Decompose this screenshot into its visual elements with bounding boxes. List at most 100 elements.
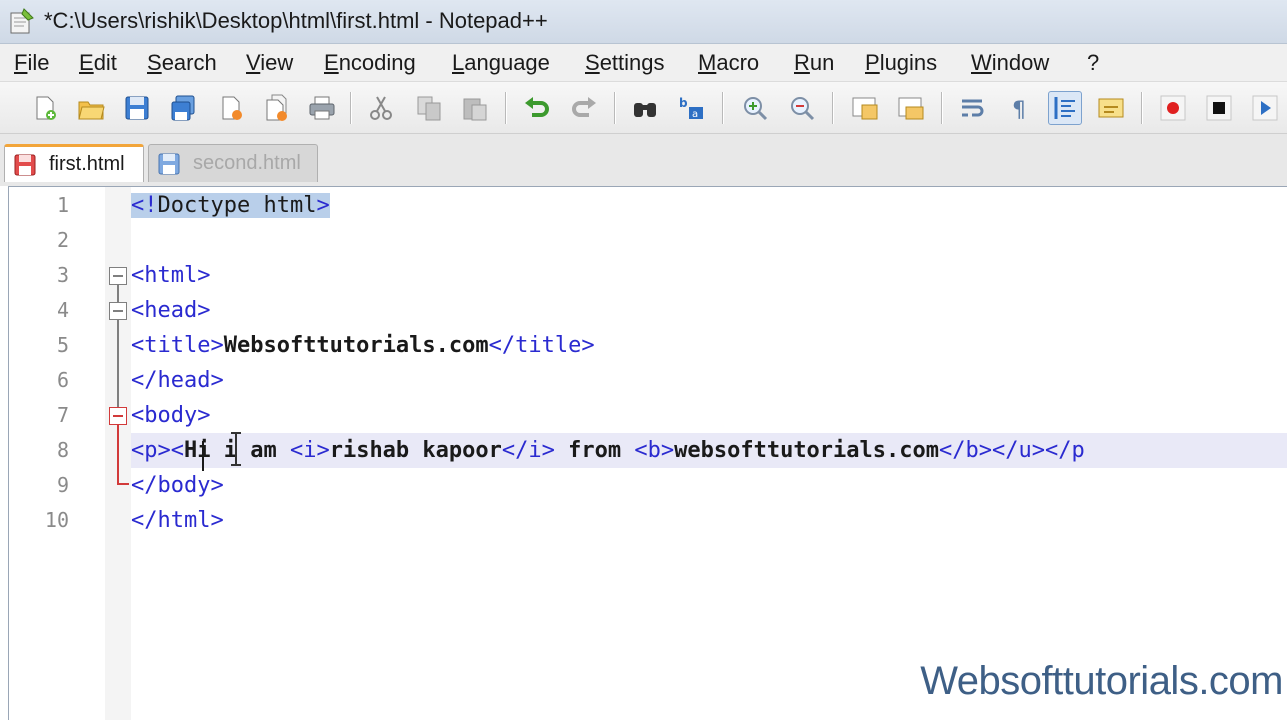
title-bar: *C:\Users\rishik\Desktop\html\first.html… [0, 0, 1287, 44]
play-macro-icon [1252, 95, 1278, 121]
user-lang-button[interactable] [1094, 91, 1128, 125]
code-token: </i> [501, 438, 555, 463]
play-macro-button[interactable] [1248, 91, 1282, 125]
tab-bar: first.html second.html [0, 134, 1287, 186]
save-button[interactable] [120, 91, 154, 125]
close-all-icon [266, 94, 287, 121]
line-number: 7 [56, 403, 69, 427]
fold-toggle-html[interactable] [109, 267, 127, 285]
tab-first-html[interactable]: first.html [4, 144, 144, 182]
unsaved-file-icon [14, 154, 36, 175]
zoom-out-button[interactable] [785, 91, 819, 125]
text-caret [202, 441, 204, 471]
code-token: <head> [131, 298, 211, 323]
line-number: 9 [56, 473, 69, 497]
sync-horizontal-button[interactable] [894, 91, 928, 125]
code-token: </body> [131, 473, 224, 498]
code-token: </html> [131, 508, 224, 533]
tab-second-html[interactable]: second.html [148, 144, 318, 182]
menu-settings[interactable]: Settings [585, 50, 665, 76]
fold-line [117, 320, 119, 407]
zoom-in-button[interactable] [738, 91, 772, 125]
undo-button[interactable] [520, 91, 554, 125]
code-line-9: </body> [131, 468, 1287, 503]
indent-guide-button[interactable] [1048, 91, 1082, 125]
code-line-5: <title>Websofttutorials.com</title> [131, 328, 1287, 363]
redo-button[interactable] [567, 91, 601, 125]
menu-file[interactable]: File [14, 50, 49, 76]
paste-icon [463, 98, 487, 121]
menu-edit[interactable]: Edit [79, 50, 117, 76]
cut-icon [370, 96, 392, 120]
line-number: 5 [56, 333, 69, 357]
copy-button[interactable] [412, 91, 446, 125]
code-line-10: </html> [131, 503, 1287, 538]
copy-icon [417, 96, 441, 121]
menu-bar: File Edit Search View Encoding Language … [0, 44, 1287, 82]
record-macro-button[interactable] [1156, 91, 1190, 125]
line-number: 1 [56, 193, 69, 217]
word-wrap-button[interactable] [956, 91, 990, 125]
show-all-chars-button[interactable]: ¶ [1002, 91, 1036, 125]
close-button[interactable] [214, 91, 248, 125]
menu-search[interactable]: Search [147, 50, 217, 76]
menu-language[interactable]: Language [452, 50, 550, 76]
word-wrap-icon [962, 99, 984, 117]
menu-macro[interactable]: Macro [698, 50, 759, 76]
line-number: 6 [56, 368, 69, 392]
code-token: <! [131, 193, 158, 218]
tab-label: first.html [49, 153, 125, 175]
cut-button[interactable] [364, 91, 398, 125]
toolbar-separator [350, 92, 352, 124]
fold-toggle-head[interactable] [109, 302, 127, 320]
menu-window[interactable]: Window [971, 50, 1049, 76]
fold-end [117, 483, 129, 485]
fold-line [117, 285, 119, 302]
menu-view[interactable]: View [246, 50, 293, 76]
code-token: </head> [131, 368, 224, 393]
code-token: <b> [634, 438, 675, 463]
window-title: *C:\Users\rishik\Desktop\html\first.html… [44, 8, 548, 33]
line-number: 8 [56, 438, 69, 462]
code-token: from [554, 438, 635, 463]
code-token: </b></u></p [939, 438, 1085, 463]
replace-button[interactable]: ba [675, 91, 709, 125]
code-line-4: <head> [131, 293, 1287, 328]
paste-button[interactable] [458, 91, 492, 125]
close-icon [222, 96, 242, 120]
find-button[interactable] [628, 91, 662, 125]
code-token: <title> [131, 333, 224, 358]
ibeam-cursor-icon [231, 432, 241, 466]
zoom-in-icon [744, 97, 768, 121]
new-file-button[interactable] [28, 91, 62, 125]
close-all-button[interactable] [260, 91, 294, 125]
print-button[interactable] [305, 91, 339, 125]
code-line-7: <body> [131, 398, 1287, 433]
zoom-out-icon [791, 97, 815, 121]
toolbar-separator [1141, 92, 1143, 124]
toolbar: ba ¶ [0, 82, 1287, 134]
code-token: <body> [131, 403, 211, 428]
save-all-button[interactable] [166, 91, 200, 125]
menu-run[interactable]: Run [794, 50, 834, 76]
stop-macro-button[interactable] [1202, 91, 1236, 125]
code-line-6: </head> [131, 363, 1287, 398]
redo-icon [572, 97, 596, 117]
code-line-1: <!Doctype html> [131, 188, 1287, 223]
menu-encoding[interactable]: Encoding [324, 50, 416, 76]
code-token: <html> [131, 263, 211, 288]
menu-plugins[interactable]: Plugins [865, 50, 937, 76]
show-all-chars-icon: ¶ [1012, 98, 1026, 123]
svg-text:a: a [692, 109, 698, 120]
code-token: Doctype html [157, 193, 317, 218]
toolbar-separator [505, 92, 507, 124]
undo-icon [525, 97, 549, 117]
code-line-3: <html> [131, 258, 1287, 293]
saved-file-icon [158, 153, 180, 174]
open-file-button[interactable] [74, 91, 108, 125]
code-token: <p>< [131, 438, 184, 463]
fold-toggle-body[interactable] [109, 407, 127, 425]
menu-help[interactable]: ? [1087, 50, 1099, 76]
sync-vertical-button[interactable] [848, 91, 882, 125]
code-editor[interactable]: 1 2 3 4 5 6 7 8 9 10 <!Doctype html> <ht… [8, 186, 1287, 720]
